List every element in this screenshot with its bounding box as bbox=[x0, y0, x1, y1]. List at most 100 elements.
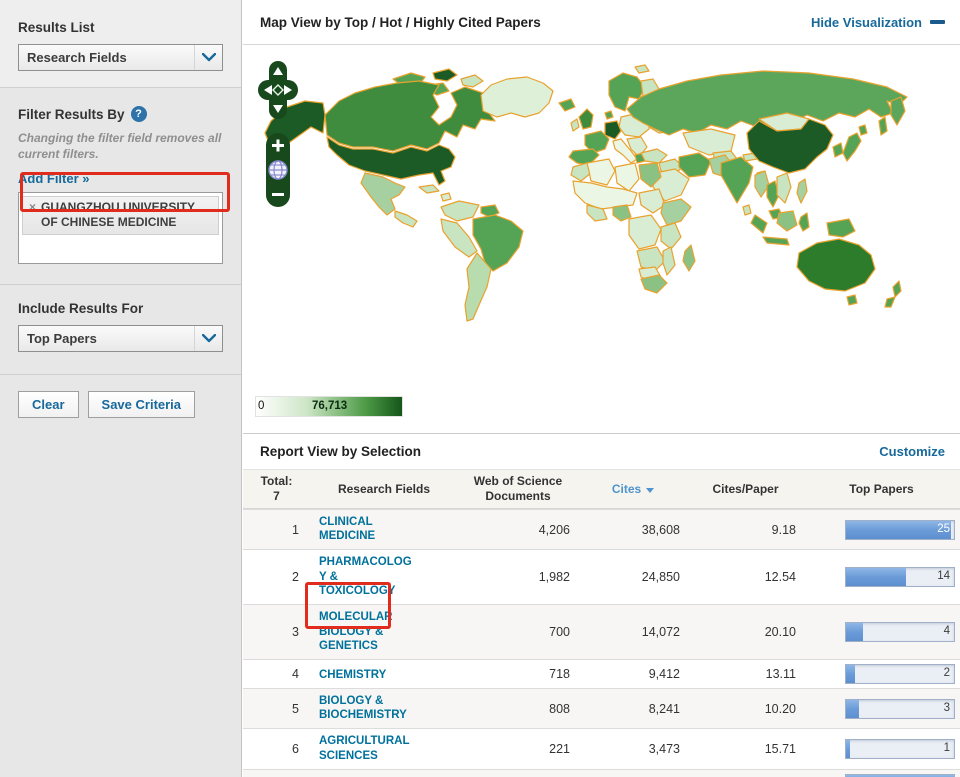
filter-section: Filter Results By ? Changing the filter … bbox=[0, 88, 241, 285]
sort-desc-icon bbox=[646, 488, 654, 493]
include-results-dropdown-value: Top Papers bbox=[19, 331, 194, 346]
col-cites-sort[interactable]: Cites bbox=[578, 478, 688, 501]
help-icon[interactable]: ? bbox=[131, 106, 147, 122]
world-map-visualization[interactable]: 0 76,713 bbox=[243, 45, 960, 425]
collapse-minus-icon bbox=[930, 20, 945, 24]
col-wos-documents: Web of Science Documents bbox=[458, 470, 578, 508]
report-table: Total: 7 Research Fields Web of Science … bbox=[243, 469, 960, 777]
top-papers-value: 3 bbox=[944, 702, 950, 714]
cpp-cell: 12.54 bbox=[688, 570, 803, 584]
field-link[interactable]: MOLECULAR BIOLOGY & GENETICS bbox=[319, 610, 392, 653]
top-papers-value: 1 bbox=[944, 742, 950, 754]
docs-cell: 808 bbox=[458, 702, 578, 716]
clear-button[interactable]: Clear bbox=[18, 391, 79, 418]
col-top-papers: Top Papers bbox=[803, 478, 960, 501]
cites-cell: 8,241 bbox=[578, 702, 688, 716]
docs-cell: 4,206 bbox=[458, 523, 578, 537]
table-row-all-fields: 0 ALL FIELDS 10,348 120,321 11.63 62 bbox=[243, 769, 960, 777]
active-filters-box: × GUANGZHOU UNIVERSITY OF CHINESE MEDICI… bbox=[18, 192, 223, 264]
top-papers-bar: 1 bbox=[845, 739, 955, 759]
docs-cell: 718 bbox=[458, 667, 578, 681]
rank-cell: 1 bbox=[243, 523, 310, 537]
table-row: 1 CLINICAL MEDICINE 4,206 38,608 9.18 25 bbox=[243, 509, 960, 549]
filter-tag-label: GUANGZHOU UNIVERSITY OF CHINESE MEDICINE bbox=[41, 200, 212, 230]
include-results-section: Include Results For Top Papers bbox=[0, 285, 241, 375]
cites-cell: 38,608 bbox=[578, 523, 688, 537]
field-link[interactable]: AGRICULTURAL SCIENCES bbox=[319, 734, 410, 763]
top-papers-value: 25 bbox=[937, 523, 950, 535]
col-cites-per-paper: Cites/Paper bbox=[688, 478, 803, 501]
total-header: Total: 7 bbox=[243, 470, 310, 508]
hide-visualization-label: Hide Visualization bbox=[811, 15, 922, 30]
add-filter-link[interactable]: Add Filter » bbox=[18, 171, 90, 186]
map-controls bbox=[256, 59, 302, 213]
globe-icon bbox=[269, 161, 287, 179]
map-pan-control[interactable] bbox=[256, 59, 300, 121]
docs-cell: 700 bbox=[458, 625, 578, 639]
table-row: 4 CHEMISTRY 718 9,412 13.11 2 bbox=[243, 659, 960, 688]
table-row-highlighted: 3 MOLECULAR BIOLOGY & GENETICS 700 14,07… bbox=[243, 604, 960, 659]
criteria-buttons: Clear Save Criteria bbox=[0, 375, 241, 434]
include-results-heading: Include Results For bbox=[18, 301, 223, 316]
table-row: 5 BIOLOGY & BIOCHEMISTRY 808 8,241 10.20… bbox=[243, 688, 960, 728]
app-screen: Results List Research Fields Filter Resu… bbox=[0, 0, 960, 777]
top-papers-value: 2 bbox=[944, 667, 950, 679]
cites-cell: 3,473 bbox=[578, 742, 688, 756]
field-link[interactable]: PHARMACOLOG Y & TOXICOLOGY bbox=[319, 555, 412, 598]
choropleth-legend: 0 76,713 bbox=[255, 396, 403, 417]
report-view-title: Report View by Selection bbox=[260, 444, 421, 459]
cpp-cell: 9.18 bbox=[688, 523, 803, 537]
top-papers-bar: 25 bbox=[845, 520, 955, 540]
main-panel: Map View by Top / Hot / Highly Cited Pap… bbox=[243, 0, 960, 777]
filter-results-heading: Filter Results By bbox=[18, 107, 125, 122]
sidebar: Results List Research Fields Filter Resu… bbox=[0, 0, 242, 777]
save-criteria-button[interactable]: Save Criteria bbox=[88, 391, 196, 418]
field-link[interactable]: CLINICAL MEDICINE bbox=[319, 515, 375, 544]
map-view-title: Map View by Top / Hot / Highly Cited Pap… bbox=[260, 15, 541, 30]
hide-visualization-link[interactable]: Hide Visualization bbox=[811, 15, 945, 30]
field-link[interactable]: CHEMISTRY bbox=[319, 668, 386, 682]
chevron-down-icon[interactable] bbox=[194, 45, 222, 70]
top-papers-value: 14 bbox=[937, 570, 950, 582]
top-papers-bar: 2 bbox=[845, 664, 955, 684]
choropleth-world-map[interactable] bbox=[243, 55, 960, 387]
col-research-fields: Research Fields bbox=[310, 478, 458, 501]
results-list-section: Results List Research Fields bbox=[0, 0, 241, 88]
table-header-row: Total: 7 Research Fields Web of Science … bbox=[243, 469, 960, 509]
top-papers-bar: 14 bbox=[845, 567, 955, 587]
rank-cell: 5 bbox=[243, 702, 310, 716]
cites-cell: 14,072 bbox=[578, 625, 688, 639]
customize-link[interactable]: Customize bbox=[879, 444, 945, 459]
cites-cell: 24,850 bbox=[578, 570, 688, 584]
include-results-dropdown[interactable]: Top Papers bbox=[18, 325, 223, 352]
top-papers-value: 4 bbox=[944, 625, 950, 637]
chevron-down-icon[interactable] bbox=[194, 326, 222, 351]
map-zoom-control[interactable] bbox=[265, 132, 291, 208]
docs-cell: 221 bbox=[458, 742, 578, 756]
top-papers-bar: 3 bbox=[845, 699, 955, 719]
filter-note: Changing the filter field removes all cu… bbox=[18, 130, 223, 162]
legend-max-value: 76,713 bbox=[312, 400, 347, 412]
cpp-cell: 10.20 bbox=[688, 702, 803, 716]
rank-cell: 4 bbox=[243, 667, 310, 681]
top-papers-bar: 62 bbox=[845, 774, 955, 777]
zoom-out-icon bbox=[272, 193, 284, 196]
field-link[interactable]: BIOLOGY & BIOCHEMISTRY bbox=[319, 694, 407, 723]
cpp-cell: 20.10 bbox=[688, 625, 803, 639]
remove-filter-icon[interactable]: × bbox=[29, 200, 36, 215]
rank-cell: 2 bbox=[243, 570, 310, 584]
results-list-dropdown[interactable]: Research Fields bbox=[18, 44, 223, 71]
legend-min-value: 0 bbox=[258, 400, 264, 412]
docs-cell: 1,982 bbox=[458, 570, 578, 584]
report-view-header: Report View by Selection Customize bbox=[243, 433, 960, 469]
top-papers-bar: 4 bbox=[845, 622, 955, 642]
cpp-cell: 15.71 bbox=[688, 742, 803, 756]
cites-cell: 9,412 bbox=[578, 667, 688, 681]
results-list-dropdown-value: Research Fields bbox=[19, 50, 194, 65]
table-row: 6 AGRICULTURAL SCIENCES 221 3,473 15.71 … bbox=[243, 728, 960, 768]
col-cites-label: Cites bbox=[612, 482, 641, 497]
filter-tag[interactable]: × GUANGZHOU UNIVERSITY OF CHINESE MEDICI… bbox=[22, 196, 219, 235]
results-list-heading: Results List bbox=[18, 20, 223, 35]
rank-cell: 6 bbox=[243, 742, 310, 756]
rank-cell: 3 bbox=[243, 625, 310, 639]
